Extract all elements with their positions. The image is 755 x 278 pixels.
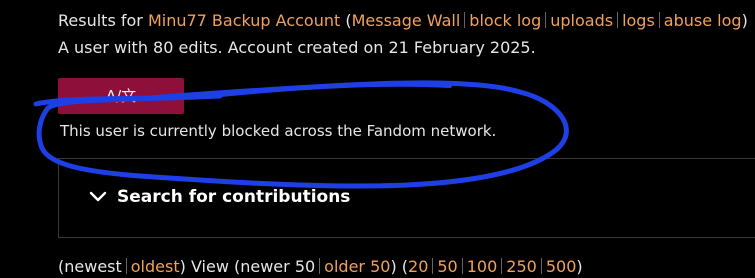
separator (617, 12, 619, 28)
logs-link[interactable]: logs (622, 11, 655, 30)
separator (461, 258, 463, 274)
limit-250-link[interactable]: 250 (506, 257, 537, 276)
separator (501, 258, 503, 274)
search-contributions-label: Search for contributions (117, 187, 351, 207)
language-button[interactable]: A/文 (58, 78, 184, 114)
close-paren: ) (741, 11, 748, 30)
abuse-log-link[interactable]: abuse log (664, 11, 742, 30)
separator (658, 12, 660, 28)
user-info-line: A user with 80 edits. Account created on… (58, 38, 536, 57)
results-prefix: Results for (58, 11, 148, 30)
separator (540, 258, 542, 274)
separator (125, 258, 127, 274)
search-contributions-toggle[interactable]: Search for contributions (89, 187, 350, 207)
limit-100-link[interactable]: 100 (467, 257, 498, 276)
results-heading: Results for Minu77 Backup Account (Messa… (58, 9, 748, 33)
block-log-link[interactable]: block log (469, 11, 541, 30)
limit-500-link[interactable]: 500 (546, 257, 577, 276)
separator (432, 258, 434, 274)
search-contributions-panel: Search for contributions (58, 158, 755, 238)
limit-50-link[interactable]: 50 (437, 257, 457, 276)
older-50-link[interactable]: older 50 (324, 257, 390, 276)
chevron-down-icon (89, 191, 107, 202)
blocked-notice: This user is currently blocked across th… (60, 122, 497, 140)
view-newer-label: ) View (newer 50 (179, 257, 316, 276)
close-paren: ) (576, 257, 583, 276)
message-wall-link[interactable]: Message Wall (352, 11, 461, 30)
separator (319, 258, 321, 274)
oldest-link[interactable]: oldest (131, 257, 180, 276)
newest-label: (newest (58, 257, 122, 276)
separator (545, 12, 547, 28)
separator (464, 12, 466, 28)
paren-sep: ) ( (390, 257, 409, 276)
pagination: (newest oldest) View (newer 50 older 50) (… (58, 256, 583, 278)
open-paren: ( (340, 11, 352, 30)
username-link[interactable]: Minu77 Backup Account (148, 11, 340, 30)
uploads-link[interactable]: uploads (550, 11, 613, 30)
translate-icon: A/文 (105, 87, 137, 105)
limit-20-link[interactable]: 20 (408, 257, 428, 276)
